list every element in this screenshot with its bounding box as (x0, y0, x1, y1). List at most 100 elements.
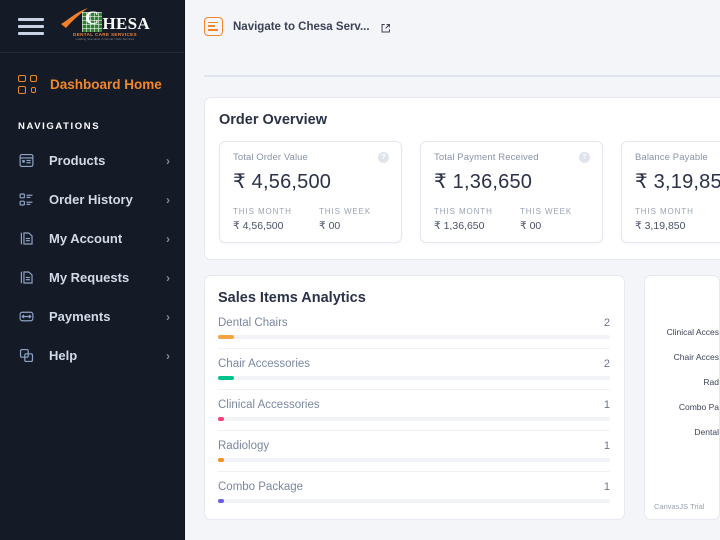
sales-row[interactable]: Combo Package 1 (217, 481, 610, 503)
sidebar-item-label: Payments (49, 309, 166, 324)
metric-month-value: ₹ 3,19,850 (635, 220, 720, 232)
document-icon (18, 268, 40, 288)
chevron-right-icon: › (166, 233, 170, 245)
order-overview-title: Order Overview (219, 112, 720, 128)
topbar: Navigate to Chesa Serv... (185, 0, 720, 53)
sidebar-item-help[interactable]: Help › (0, 336, 184, 375)
sales-row-count: 1 (604, 399, 610, 411)
metric-week-block: THIS WEEK ₹ 00 (520, 207, 606, 232)
metric-card-label: Total Payment Received (434, 152, 539, 163)
chevron-right-icon: › (166, 272, 170, 284)
navigate-link-label: Navigate to Chesa Serv... (233, 21, 370, 33)
sales-analytics-title: Sales Items Analytics (217, 290, 610, 306)
logo-tagline: Leading Specialist in Dental Trade Servi… (60, 39, 150, 42)
metric-card-header: Total Order Value ? (233, 152, 389, 163)
chevron-right-icon: › (166, 194, 170, 206)
chevron-right-icon: › (166, 350, 170, 362)
logo-c-letter: C (85, 9, 99, 28)
sales-row-name: Clinical Accessories (218, 399, 320, 411)
metric-card-total-order-value[interactable]: Total Order Value ? ₹ 4,56,500 THIS MONT… (219, 141, 402, 243)
transfer-icon (18, 307, 40, 327)
sales-row[interactable]: Chair Accessories 2 (217, 358, 610, 390)
sales-row[interactable]: Dental Chairs 2 (217, 317, 610, 349)
sidebar-header: C HESA DENTAL CARE SERVICES Leading Spec… (0, 0, 184, 53)
sidebar-item-my-requests[interactable]: My Requests › (0, 258, 184, 297)
metric-month-label: THIS MONTH (635, 207, 720, 216)
sidebar-item-order-history[interactable]: Order History › (0, 180, 184, 219)
app-root: C HESA DENTAL CARE SERVICES Leading Spec… (0, 0, 720, 540)
metric-month-label: THIS MONTH (233, 207, 319, 216)
metric-card-footer: THIS MONTH ₹ 1,36,650 THIS WEEK ₹ 00 (434, 207, 590, 232)
sales-row-name: Radiology (218, 440, 269, 452)
metric-card-balance-payable[interactable]: Balance Payable ? ₹ 3,19,850 THIS MONTH … (621, 141, 720, 243)
metric-week-value: ₹ 00 (520, 220, 606, 232)
sidebar-item-label: Order History (49, 192, 166, 207)
nav-heading: NAVIGATIONS (0, 121, 184, 132)
metric-card-total-payment-received[interactable]: Total Payment Received ? ₹ 1,36,650 THIS… (420, 141, 603, 243)
metric-month-block: THIS MONTH ₹ 3,19,850 (635, 207, 720, 232)
sales-row-count: 2 (604, 358, 610, 370)
metric-card-label: Total Order Value (233, 152, 308, 163)
sales-row-bar (218, 417, 224, 421)
sidebar-item-label: Products (49, 153, 166, 168)
sales-row-track (218, 417, 610, 421)
sidebar-item-products[interactable]: Products › (0, 141, 184, 180)
chart-category-axis: Clinical Acces Chair Acces Rad Combo Pa … (645, 286, 719, 445)
metric-card-footer: THIS MONTH ₹ 3,19,850 THIS WEEK ₹ 00 (635, 207, 720, 232)
metric-card-header: Balance Payable ? (635, 152, 720, 163)
sales-row-bar (218, 376, 234, 380)
order-overview-panel: Order Overview Total Order Value ? ₹ 4,5… (204, 97, 720, 260)
axis-tick-label: Chair Acces (653, 345, 719, 370)
metric-month-value: ₹ 4,56,500 (233, 220, 319, 232)
sales-row-count: 2 (604, 317, 610, 329)
sidebar-item-my-account[interactable]: My Account › (0, 219, 184, 258)
axis-tick-label: Clinical Acces (653, 320, 719, 345)
metric-month-block: THIS MONTH ₹ 4,56,500 (233, 207, 319, 232)
row-separator (218, 348, 610, 349)
logo: C HESA DENTAL CARE SERVICES Leading Spec… (60, 11, 150, 42)
grid-icon (18, 75, 37, 94)
sales-row-header: Clinical Accessories 1 (218, 399, 610, 417)
main-content: Navigate to Chesa Serv... Order Overview (185, 0, 720, 540)
axis-tick-label: Rad (653, 370, 719, 395)
sales-row-name: Chair Accessories (218, 358, 310, 370)
sidebar: C HESA DENTAL CARE SERVICES Leading Spec… (0, 0, 185, 540)
metric-card-value: ₹ 4,56,500 (233, 169, 389, 194)
logo-c-tile: C (82, 12, 101, 32)
metric-card-list: Total Order Value ? ₹ 4,56,500 THIS MONT… (219, 141, 720, 243)
row-separator (218, 471, 610, 472)
sales-row-count: 1 (604, 481, 610, 493)
metric-card-header: Total Payment Received ? (434, 152, 590, 163)
sales-row-header: Radiology 1 (218, 440, 610, 458)
document-lines-icon (204, 17, 223, 36)
external-link-icon (380, 21, 391, 32)
sidebar-item-dashboard-home[interactable]: Dashboard Home (0, 53, 184, 115)
metric-week-label: THIS WEEK (520, 207, 606, 216)
sales-row-bar (218, 458, 224, 462)
sales-row-header: Chair Accessories 2 (218, 358, 610, 376)
metric-week-value: ₹ 00 (319, 220, 405, 232)
navigate-to-chesa-services-link[interactable]: Navigate to Chesa Serv... (204, 17, 391, 36)
list-box-icon (18, 151, 40, 171)
metric-month-value: ₹ 1,36,650 (434, 220, 520, 232)
sales-row[interactable]: Clinical Accessories 1 (217, 399, 610, 431)
question-circle-icon[interactable]: ? (579, 152, 590, 163)
hamburger-icon[interactable] (18, 18, 44, 35)
sales-row-track (218, 376, 610, 380)
question-circle-icon[interactable]: ? (378, 152, 389, 163)
sales-row[interactable]: Radiology 1 (217, 440, 610, 472)
sales-row-name: Dental Chairs (218, 317, 288, 329)
metric-month-label: THIS MONTH (434, 207, 520, 216)
sidebar-item-label: Dashboard Home (50, 77, 162, 92)
row-separator (218, 389, 610, 390)
chevron-right-icon: › (166, 155, 170, 167)
sales-row-header: Combo Package 1 (218, 481, 610, 499)
canvasjs-watermark: CanvasJS Trial (654, 502, 704, 511)
sidebar-item-payments[interactable]: Payments › (0, 297, 184, 336)
document-icon (18, 229, 40, 249)
metric-card-value: ₹ 3,19,850 (635, 169, 720, 194)
sales-row-track (218, 499, 610, 503)
axis-tick-label: Combo Pa (653, 395, 719, 420)
sales-row-name: Combo Package (218, 481, 303, 493)
chevron-right-icon: › (166, 311, 170, 323)
